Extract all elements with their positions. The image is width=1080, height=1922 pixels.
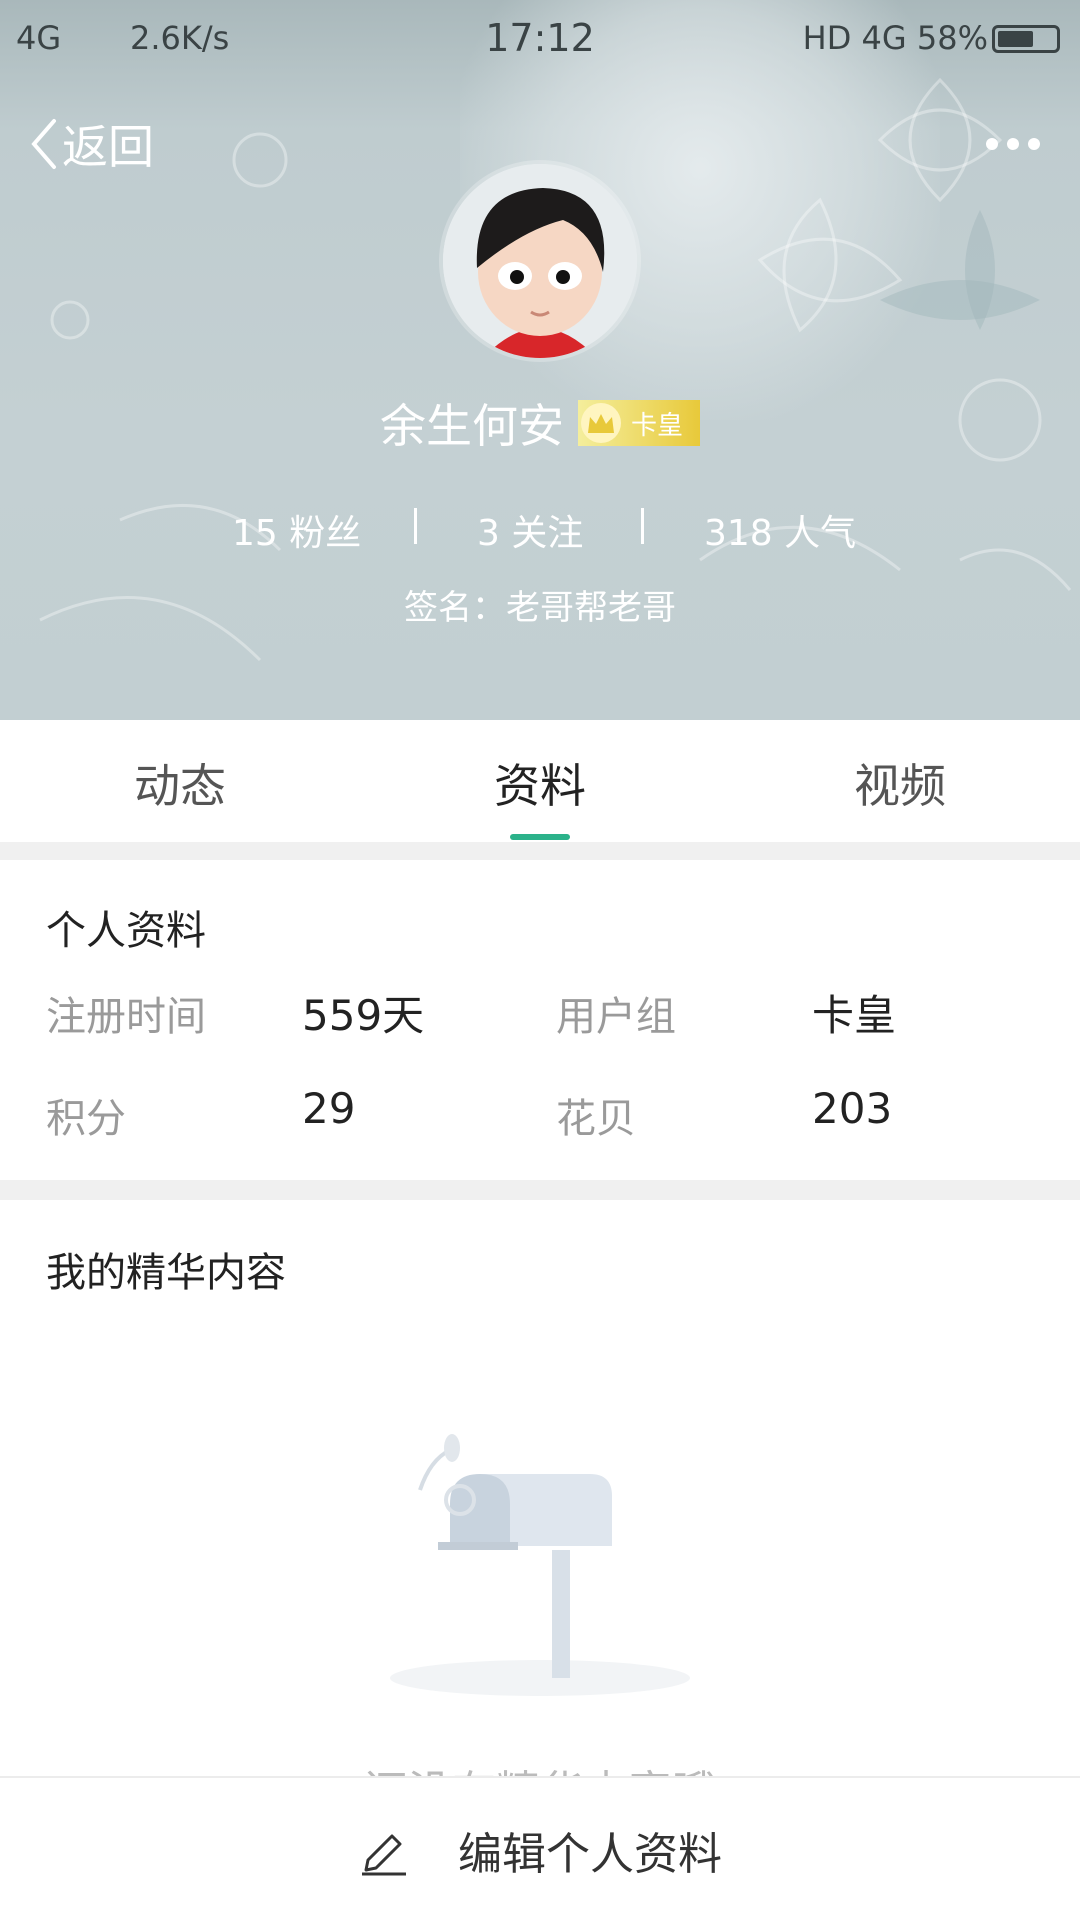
avatar-image xyxy=(443,164,637,358)
back-button[interactable]: 返回 xyxy=(28,112,154,176)
following-count[interactable]: 3 关注 xyxy=(477,504,583,556)
crown-icon xyxy=(581,403,621,443)
badge-label: 卡皇 xyxy=(631,410,684,441)
tab-activity[interactable]: 动态 xyxy=(80,750,280,816)
active-tab-indicator xyxy=(510,834,570,840)
tab-videos[interactable]: 视频 xyxy=(800,750,1000,816)
tab-profile[interactable]: 资料 xyxy=(440,750,640,816)
stats-row: 15 粉丝 3 关注 318 人气 xyxy=(0,498,1080,554)
user-group-value: 卡皇 xyxy=(812,991,897,1040)
huabei-label: 花贝 xyxy=(556,1096,636,1142)
more-options-icon[interactable] xyxy=(986,130,1040,158)
pencil-icon xyxy=(362,1834,406,1876)
user-group-label: 用户组 xyxy=(556,994,676,1040)
signature: 签名：老哥帮老哥 xyxy=(404,588,676,628)
bottom-bar: 编辑个人资料 xyxy=(0,1776,1080,1922)
popularity-count: 318 人气 xyxy=(704,513,857,554)
register-time-value: 559天 xyxy=(302,991,425,1040)
edit-profile-button[interactable]: 编辑个人资料 xyxy=(0,1778,1080,1922)
profile-header: 4G 2.6K/s 17:12 HD 4G 58% 返回 余生何安 卡皇 15 … xyxy=(0,0,1080,720)
battery-icon xyxy=(992,25,1060,53)
mailbox-icon xyxy=(380,1430,700,1704)
edit-profile-label: 编辑个人资料 xyxy=(458,1829,722,1880)
stats-divider xyxy=(414,508,417,544)
points-value: 29 xyxy=(302,1084,356,1133)
name-row: 余生何安 卡皇 xyxy=(0,390,1080,456)
points-label: 积分 xyxy=(46,1096,126,1142)
status-right-text: HD 4G 58% xyxy=(802,19,988,57)
status-right: HD 4G 58% xyxy=(803,14,1060,62)
tab-bar: 动态 资料 视频 xyxy=(0,720,1080,840)
section-divider xyxy=(0,1180,1080,1200)
avatar[interactable] xyxy=(443,164,637,358)
user-group-badge: 卡皇 xyxy=(578,400,700,446)
section-divider xyxy=(0,842,1080,860)
stats-divider xyxy=(641,508,644,544)
back-label: 返回 xyxy=(62,120,154,174)
register-time-label: 注册时间 xyxy=(46,994,206,1040)
featured-section-title: 我的精华内容 xyxy=(46,1250,286,1296)
status-bar: 4G 2.6K/s 17:12 HD 4G 58% xyxy=(0,0,1080,76)
huabei-value: 203 xyxy=(812,1084,893,1133)
followers-count[interactable]: 15 粉丝 xyxy=(232,504,361,556)
profile-section-title: 个人资料 xyxy=(46,908,206,954)
chevron-left-icon xyxy=(31,119,56,169)
user-name: 余生何安 xyxy=(380,399,564,453)
